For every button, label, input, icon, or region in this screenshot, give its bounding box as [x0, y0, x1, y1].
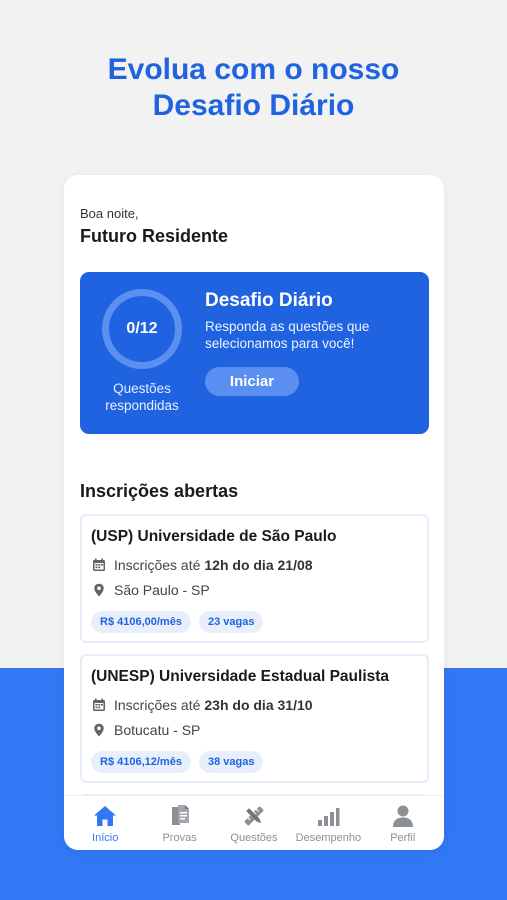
deadline-prefix: Inscrições até [114, 697, 201, 713]
deadline-prefix: Inscrições até [114, 557, 201, 573]
section-title: Inscrições abertas [80, 481, 239, 501]
tab-label: Início [92, 832, 119, 844]
deadline-row: Inscrições até 12h do dia 21/08 [92, 557, 313, 573]
bottom-tab-bar: Início Provas Questões Desempenho Perfil [64, 795, 444, 850]
location-row: São Paulo - SP [92, 582, 210, 598]
location-text: São Paulo - SP [114, 582, 210, 598]
listing-card[interactable]: (UNESP) Universidade Estadual Paulista I… [80, 654, 429, 783]
vacancies-badge: 38 vagas [198, 751, 264, 773]
tab-perfil[interactable]: Perfil [367, 804, 439, 844]
bar-chart-icon [315, 804, 341, 828]
user-name: Futuro Residente [80, 226, 229, 246]
salary-badge: R$ 4106,12/mês [91, 751, 191, 773]
listing-tags: R$ 4106,00/mês 23 vagas [91, 611, 264, 633]
progress-ring: 0/12 [102, 289, 182, 369]
tab-inicio[interactable]: Início [69, 804, 141, 844]
listing-tags: R$ 4106,12/mês 38 vagas [91, 751, 264, 773]
tab-desempenho[interactable]: Desempenho [292, 804, 364, 844]
tab-questoes[interactable]: Questões [218, 804, 290, 844]
tab-label: Provas [162, 832, 197, 844]
pencil-ruler-icon [241, 804, 267, 828]
headline-line-2: Desafio Diário [152, 89, 355, 122]
tab-provas[interactable]: Provas [144, 804, 216, 844]
headline: Evolua com o nosso Desafio Diário [0, 52, 507, 124]
daily-challenge-card[interactable]: 0/12 Questões respondidas Desafio Diário… [80, 272, 429, 434]
deadline-row: Inscrições até 23h do dia 31/10 [92, 697, 313, 713]
listing-title: (USP) Universidade de São Paulo [91, 528, 337, 545]
tab-label: Questões [230, 832, 278, 844]
challenge-title: Desafio Diário [205, 290, 333, 311]
salary-badge: R$ 4106,00/mês [91, 611, 191, 633]
progress-count: 0/12 [126, 320, 158, 337]
tab-label: Perfil [390, 832, 416, 844]
documents-icon [167, 804, 193, 828]
challenge-description: Responda as questões que selecionamos pa… [205, 319, 370, 351]
listing-title: (UNESP) Universidade Estadual Paulista [91, 668, 390, 685]
headline-line-1: Evolua com o nosso [107, 53, 400, 86]
deadline-value: 23h do dia 31/10 [204, 697, 313, 713]
greeting-text: Boa noite, [80, 206, 139, 221]
calendar-icon [92, 698, 106, 712]
vacancies-badge: 23 vagas [198, 611, 264, 633]
answered-label: Questões respondidas [105, 381, 179, 413]
user-icon [390, 804, 416, 828]
location-row: Botucatu - SP [92, 722, 200, 738]
listing-card[interactable]: (USP) Universidade de São Paulo Inscriçõ… [80, 514, 429, 643]
app-screen: Boa noite, Futuro Residente 0/12 Questõe… [64, 175, 444, 850]
home-icon [92, 804, 118, 828]
location-pin-icon [92, 583, 106, 597]
location-text: Botucatu - SP [114, 722, 201, 738]
deadline-value: 12h do dia 21/08 [204, 557, 313, 573]
location-pin-icon [92, 723, 106, 737]
start-button[interactable]: Iniciar [205, 367, 299, 396]
tab-label: Desempenho [295, 832, 362, 844]
calendar-icon [92, 558, 106, 572]
